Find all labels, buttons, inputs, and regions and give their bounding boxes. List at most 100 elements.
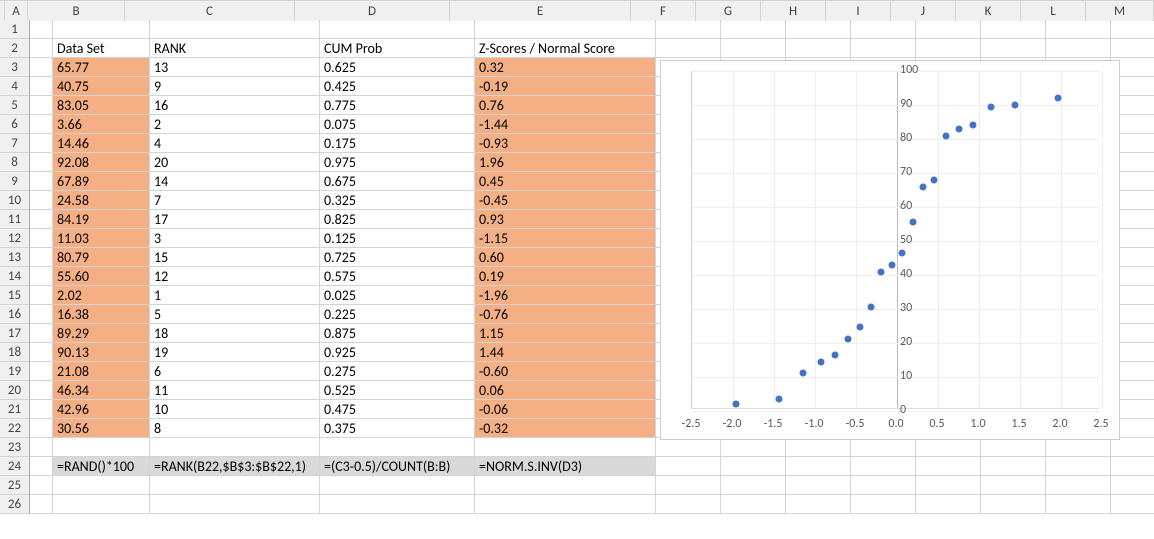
formula-cell-B[interactable]: =RAND()*100	[53, 457, 150, 476]
data-cell[interactable]: -1.44	[475, 115, 656, 134]
data-cell[interactable]: 0.875	[320, 324, 475, 343]
data-cell[interactable]: 84.19	[53, 210, 150, 229]
data-cell[interactable]: 20	[150, 153, 320, 172]
data-cell[interactable]: 0.325	[320, 191, 475, 210]
row-header-5[interactable]: 5	[0, 96, 30, 115]
formula-cell-D[interactable]: =(C3-0.5)/COUNT(B:B)	[320, 457, 475, 476]
data-cell[interactable]: 30.56	[53, 419, 150, 438]
column-header-A[interactable]: A	[5, 1, 28, 21]
column-header-C[interactable]: C	[125, 1, 295, 21]
data-cell[interactable]: 8	[150, 419, 320, 438]
data-cell[interactable]: 21.08	[53, 362, 150, 381]
data-cell[interactable]: 2.02	[53, 286, 150, 305]
column-header-L[interactable]: L	[1021, 1, 1086, 21]
row-header-3[interactable]: 3	[0, 58, 30, 77]
data-cell[interactable]: 16.38	[53, 305, 150, 324]
row-header-23[interactable]: 23	[0, 438, 30, 457]
data-cell[interactable]: 4	[150, 134, 320, 153]
data-cell[interactable]: 0.60	[475, 248, 656, 267]
data-cell[interactable]: 0.19	[475, 267, 656, 286]
column-header-G[interactable]: G	[696, 1, 761, 21]
data-cell[interactable]: 0.025	[320, 286, 475, 305]
data-cell[interactable]: 0.93	[475, 210, 656, 229]
row-header-26[interactable]: 26	[0, 495, 30, 514]
data-cell[interactable]: 0.925	[320, 343, 475, 362]
data-cell[interactable]: 11.03	[53, 229, 150, 248]
data-cell[interactable]: -0.06	[475, 400, 656, 419]
column-header-I[interactable]: I	[826, 1, 891, 21]
row-header-15[interactable]: 15	[0, 286, 30, 305]
row-header-20[interactable]: 20	[0, 381, 30, 400]
data-cell[interactable]: 0.675	[320, 172, 475, 191]
data-cell[interactable]: 5	[150, 305, 320, 324]
row-header-14[interactable]: 14	[0, 267, 30, 286]
formula-cell-C[interactable]: =RANK(B22,$B$3:$B$22,1)	[150, 457, 320, 476]
data-cell[interactable]: 83.05	[53, 96, 150, 115]
row-header-6[interactable]: 6	[0, 115, 30, 134]
data-cell[interactable]: 0.375	[320, 419, 475, 438]
data-cell[interactable]: 24.58	[53, 191, 150, 210]
data-cell[interactable]: 12	[150, 267, 320, 286]
row-header-11[interactable]: 11	[0, 210, 30, 229]
data-cell[interactable]: 7	[150, 191, 320, 210]
data-cell[interactable]: 0.075	[320, 115, 475, 134]
row-header-24[interactable]: 24	[0, 457, 30, 476]
row-header-21[interactable]: 21	[0, 400, 30, 419]
data-cell[interactable]: 11	[150, 381, 320, 400]
data-cell[interactable]: 13	[150, 58, 320, 77]
data-cell[interactable]: -1.96	[475, 286, 656, 305]
row-header-18[interactable]: 18	[0, 343, 30, 362]
data-cell[interactable]: -0.76	[475, 305, 656, 324]
row-header-25[interactable]: 25	[0, 476, 30, 495]
column-header-F[interactable]: F	[631, 1, 696, 21]
data-cell[interactable]: 0.475	[320, 400, 475, 419]
data-cell[interactable]: 1.96	[475, 153, 656, 172]
formula-cell-E[interactable]: =NORM.S.INV(D3)	[475, 457, 656, 476]
data-cell[interactable]: 16	[150, 96, 320, 115]
data-cell[interactable]: -0.19	[475, 77, 656, 96]
data-cell[interactable]: 2	[150, 115, 320, 134]
data-cell[interactable]: 6	[150, 362, 320, 381]
column-header-D[interactable]: D	[295, 1, 450, 21]
data-cell[interactable]: 0.525	[320, 381, 475, 400]
row-header-4[interactable]: 4	[0, 77, 30, 96]
data-cell[interactable]: 9	[150, 77, 320, 96]
column-header-M[interactable]: M	[1086, 1, 1154, 21]
header-cell-E[interactable]: Z-Scores / Normal Score	[475, 39, 656, 58]
row-header-12[interactable]: 12	[0, 229, 30, 248]
header-cell-D[interactable]: CUM Prob	[320, 39, 475, 58]
data-cell[interactable]: 0.425	[320, 77, 475, 96]
column-header-H[interactable]: H	[761, 1, 826, 21]
data-cell[interactable]: 46.34	[53, 381, 150, 400]
data-cell[interactable]: 0.175	[320, 134, 475, 153]
data-cell[interactable]: 10	[150, 400, 320, 419]
data-cell[interactable]: 18	[150, 324, 320, 343]
header-cell-C[interactable]: RANK	[150, 39, 320, 58]
data-cell[interactable]: 65.77	[53, 58, 150, 77]
data-cell[interactable]: 90.13	[53, 343, 150, 362]
column-header-J[interactable]: J	[891, 1, 956, 21]
row-header-13[interactable]: 13	[0, 248, 30, 267]
data-cell[interactable]: 19	[150, 343, 320, 362]
column-header-K[interactable]: K	[956, 1, 1021, 21]
data-cell[interactable]: -0.32	[475, 419, 656, 438]
header-cell-B[interactable]: Data Set	[53, 39, 150, 58]
data-cell[interactable]: 0.825	[320, 210, 475, 229]
data-cell[interactable]: 92.08	[53, 153, 150, 172]
data-cell[interactable]: 1	[150, 286, 320, 305]
data-cell[interactable]: 15	[150, 248, 320, 267]
data-cell[interactable]: 0.32	[475, 58, 656, 77]
data-cell[interactable]: 14	[150, 172, 320, 191]
data-cell[interactable]: 1.15	[475, 324, 656, 343]
data-cell[interactable]: 0.125	[320, 229, 475, 248]
data-cell[interactable]: 0.725	[320, 248, 475, 267]
row-header-22[interactable]: 22	[0, 419, 30, 438]
data-cell[interactable]: 40.75	[53, 77, 150, 96]
column-header-B[interactable]: B	[28, 1, 125, 21]
row-header-1[interactable]: 1	[0, 20, 30, 39]
data-cell[interactable]: 0.975	[320, 153, 475, 172]
data-cell[interactable]: 0.275	[320, 362, 475, 381]
row-header-8[interactable]: 8	[0, 153, 30, 172]
data-cell[interactable]: 0.76	[475, 96, 656, 115]
data-cell[interactable]: 0.45	[475, 172, 656, 191]
